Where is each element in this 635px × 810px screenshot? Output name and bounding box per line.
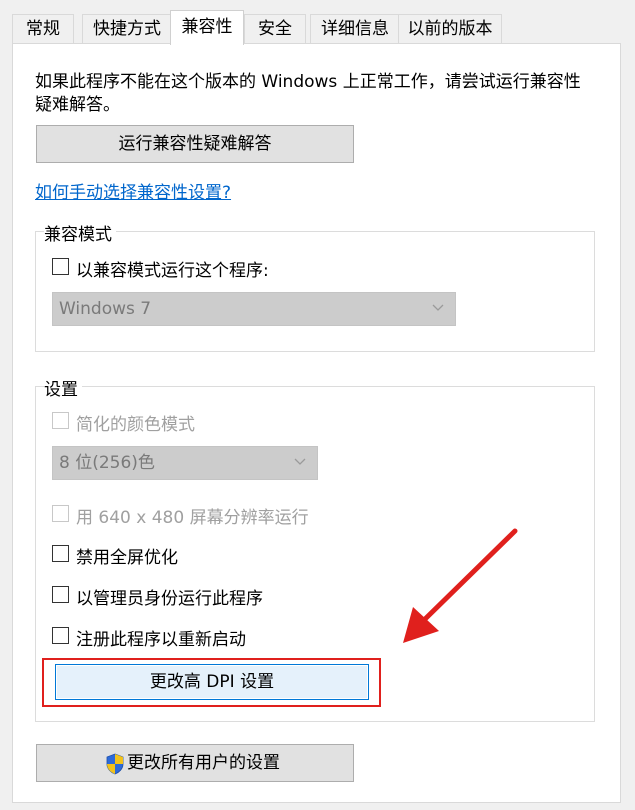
chevron-down-icon (432, 304, 444, 311)
intro-text-line2: 疑难解答。 (35, 95, 120, 115)
disable-fullscreen-label: 禁用全屏优化 (76, 548, 178, 568)
compat-mode-checkbox-label: 以兼容模式运行这个程序: (76, 261, 269, 281)
run-troubleshooter-button[interactable]: 运行兼容性疑难解答 (36, 125, 354, 163)
run-as-admin-label: 以管理员身份运行此程序 (76, 589, 263, 609)
change-all-users-label: 更改所有用户的设置 (127, 753, 280, 773)
change-dpi-label: 更改高 DPI 设置 (149, 672, 275, 692)
red-arrow-icon (403, 528, 518, 643)
color-depth-select-value: 8 位(256)色 (59, 453, 155, 473)
tab-details[interactable]: 详细信息 (310, 14, 400, 43)
tab-label: 安全 (258, 19, 292, 39)
change-all-users-button[interactable]: 更改所有用户的设置 (36, 744, 354, 782)
compat-mode-checkbox[interactable] (52, 258, 69, 275)
tab-label: 详细信息 (321, 19, 389, 39)
intro-text-line1: 如果此程序不能在这个版本的 Windows 上正常工作，请尝试运行兼容性 (35, 72, 581, 92)
tab-label: 以前的版本 (407, 19, 493, 39)
tab-label: 兼容性 (181, 17, 233, 37)
shield-icon (106, 753, 124, 775)
disable-fullscreen-checkbox[interactable] (52, 545, 69, 562)
run-640-checkbox (52, 505, 69, 522)
change-dpi-button[interactable]: 更改高 DPI 设置 (55, 664, 369, 700)
run-640-label: 用 640 x 480 屏幕分辨率运行 (76, 508, 309, 528)
register-restart-label: 注册此程序以重新启动 (76, 630, 246, 650)
run-troubleshooter-label: 运行兼容性疑难解答 (118, 134, 272, 154)
tab-label: 快捷方式 (93, 19, 161, 39)
register-restart-checkbox[interactable] (52, 627, 69, 644)
tab-security[interactable]: 安全 (244, 14, 306, 43)
compat-mode-title: 兼容模式 (44, 220, 116, 245)
compat-os-select: Windows 7 (52, 292, 456, 326)
tab-previous-versions[interactable]: 以前的版本 (398, 14, 502, 43)
tab-shortcut[interactable]: 快捷方式 (82, 14, 172, 43)
tab-compatibility[interactable]: 兼容性 (170, 10, 244, 45)
tab-general[interactable]: 常规 (12, 14, 74, 43)
tab-strip: 常规 快捷方式 兼容性 安全 详细信息 以前的版本 (0, 0, 635, 45)
chevron-down-icon (294, 458, 306, 465)
reduced-color-checkbox (52, 412, 69, 429)
color-depth-select: 8 位(256)色 (52, 446, 318, 480)
manual-settings-link[interactable]: 如何手动选择兼容性设置? (35, 178, 231, 203)
settings-title: 设置 (44, 375, 82, 400)
reduced-color-label: 简化的颜色模式 (76, 415, 195, 435)
compat-os-select-value: Windows 7 (59, 299, 152, 319)
tab-label: 常规 (26, 19, 60, 39)
run-as-admin-checkbox[interactable] (52, 586, 69, 603)
